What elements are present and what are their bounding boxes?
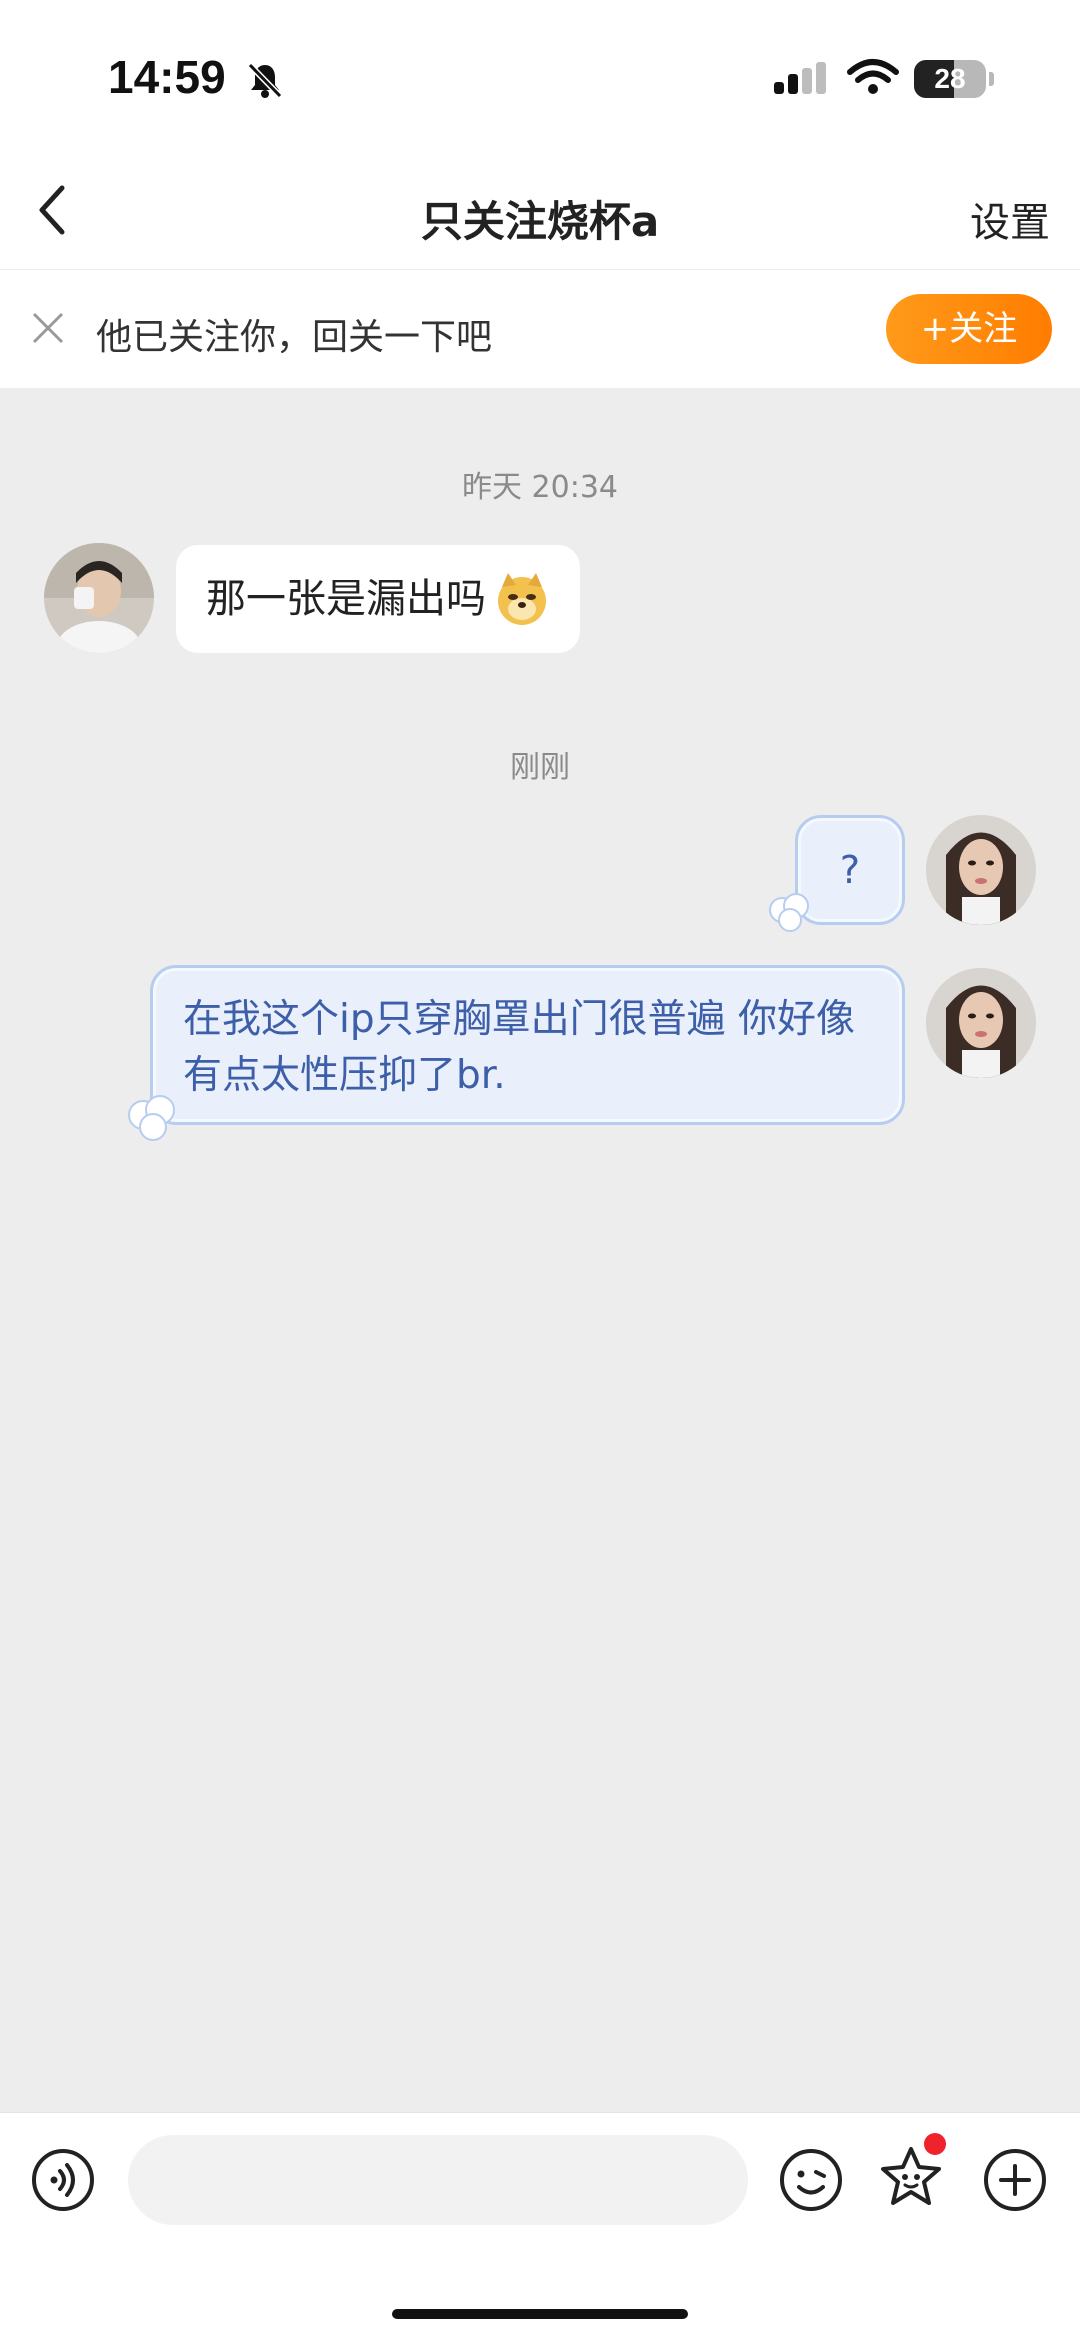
follow-button[interactable]: +关注 (886, 294, 1052, 364)
nav-bar: 只关注烧杯a 设置 (0, 150, 1080, 270)
emoji-icon[interactable] (778, 2147, 844, 2213)
banner-text: 他已关注你，回关一下吧 (96, 317, 493, 358)
message-text: 那一张是漏出吗 (206, 576, 486, 622)
message-bubble-outgoing: 在我这个ip只穿胸罩出门很普遍 你好像有点太性压抑了br. (150, 965, 905, 1125)
avatar[interactable] (44, 543, 154, 653)
wifi-icon (847, 59, 899, 94)
status-time: 14:59 (108, 51, 226, 103)
avatar[interactable] (926, 815, 1036, 925)
battery-icon: 28 (914, 60, 986, 98)
home-indicator (392, 2309, 688, 2319)
plus-icon[interactable] (982, 2147, 1048, 2213)
message-bubble-incoming: 那一张是漏出吗 (176, 545, 580, 653)
message-input-bar (0, 2112, 1080, 2342)
page-title: 只关注烧杯a (420, 197, 660, 246)
message-timestamp: 昨天 20:34 (462, 470, 618, 505)
close-icon[interactable] (30, 310, 66, 346)
message-input[interactable] (128, 2135, 748, 2225)
doge-emoji (498, 573, 546, 625)
signal-icon (774, 62, 826, 94)
settings-button[interactable]: 设置 (970, 190, 1050, 248)
cloud-decoration-icon (128, 1095, 175, 1141)
voice-icon[interactable] (30, 2147, 96, 2213)
follow-back-banner: 他已关注你，回关一下吧 +关注 (0, 270, 1080, 388)
status-bar: 14:59 28 (0, 0, 1080, 150)
avatar[interactable] (926, 968, 1036, 1078)
notification-dot (924, 2133, 946, 2155)
cloud-decoration-icon (769, 893, 809, 932)
message-timestamp: 刚刚 (510, 750, 570, 785)
message-text: ? (839, 848, 861, 892)
message-text: 在我这个ip只穿胸罩出门很普遍 你好像有点太性压抑了br. (183, 997, 855, 1098)
bell-muted-icon (247, 62, 283, 99)
battery-tip (989, 72, 994, 86)
battery-level: 28 (934, 63, 966, 94)
